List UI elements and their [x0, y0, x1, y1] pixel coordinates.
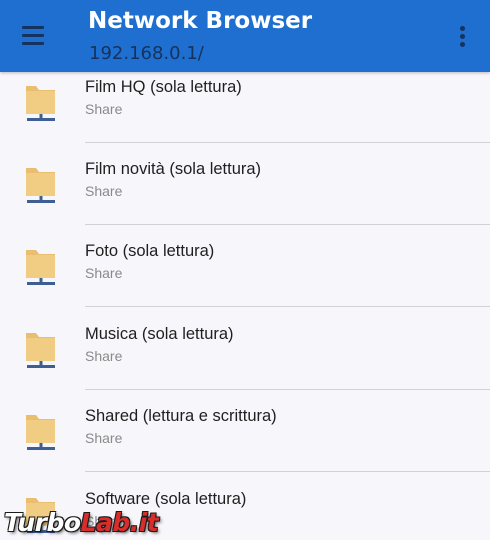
share-name: Foto (sola lettura) [85, 242, 215, 260]
row-divider [85, 142, 490, 143]
share-item[interactable]: Film HQ (sola lettura) Share [0, 72, 490, 148]
network-folder-icon [26, 250, 55, 285]
app-bar: Network Browser 192.168.0.1/ [0, 0, 490, 72]
more-vert-icon[interactable] [452, 24, 472, 50]
share-list: Film HQ (sola lettura) Share Film novità… [0, 72, 490, 540]
share-name: Software (sola lettura) [85, 490, 247, 508]
current-path: 192.168.0.1/ [89, 43, 204, 64]
share-type: Share [85, 513, 123, 529]
row-divider [85, 224, 490, 225]
row-divider [85, 389, 490, 390]
share-type: Share [85, 183, 123, 199]
app-title: Network Browser [88, 8, 313, 34]
share-item[interactable]: Musica (sola lettura) Share [0, 313, 490, 395]
share-type: Share [85, 430, 123, 446]
share-item[interactable]: Foto (sola lettura) Share [0, 230, 490, 312]
row-divider [85, 306, 490, 307]
share-name: Film novità (sola lettura) [85, 160, 262, 178]
share-name: Musica (sola lettura) [85, 325, 234, 343]
network-folder-icon [26, 333, 55, 368]
row-divider [85, 471, 490, 472]
network-folder-icon [26, 415, 55, 450]
share-type: Share [85, 348, 123, 364]
share-name: Shared (lettura e scrittura) [85, 407, 277, 425]
share-item[interactable]: Film novità (sola lettura) Share [0, 148, 490, 230]
share-item[interactable]: Shared (lettura e scrittura) Share [0, 395, 490, 477]
network-folder-icon [26, 86, 55, 121]
hamburger-menu-icon[interactable] [20, 24, 48, 48]
share-type: Share [85, 101, 123, 117]
share-type: Share [85, 265, 123, 281]
share-item[interactable]: Software (sola lettura) Share [0, 478, 490, 540]
network-folder-icon [26, 168, 55, 203]
network-folder-icon [26, 498, 55, 533]
share-name: Film HQ (sola lettura) [85, 78, 242, 96]
